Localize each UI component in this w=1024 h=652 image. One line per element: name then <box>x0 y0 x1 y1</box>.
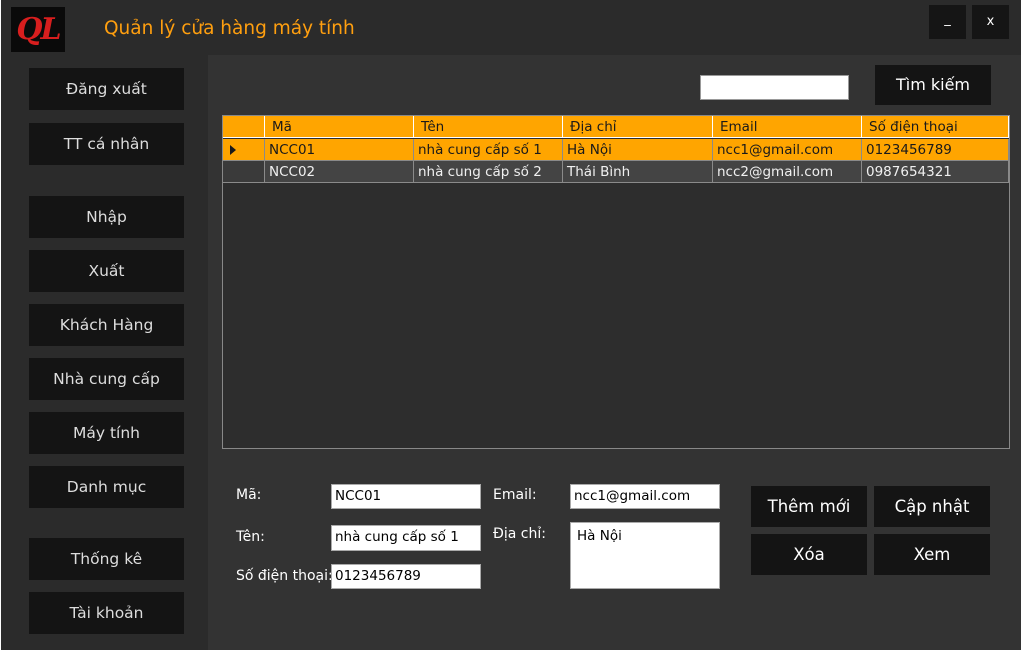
app-window: QL Quản lý cửa hàng máy tính _ x Đăng xu… <box>1 0 1021 650</box>
column-header-ma[interactable]: Mã <box>265 116 414 138</box>
close-button[interactable]: x <box>972 5 1009 39</box>
table-cell[interactable]: ncc1@gmail.com <box>713 139 862 161</box>
row-selector[interactable] <box>223 139 265 161</box>
sidebar-item-computers[interactable]: Máy tính <box>29 412 184 454</box>
row-selector[interactable] <box>223 161 265 183</box>
table-cell[interactable]: 0987654321 <box>862 161 1009 183</box>
sidebar-item-customers[interactable]: Khách Hàng <box>29 304 184 346</box>
sidebar-item-statistics[interactable]: Thống kê <box>29 538 184 580</box>
view-button[interactable]: Xem <box>874 534 990 575</box>
table-cell[interactable]: ncc2@gmail.com <box>713 161 862 183</box>
delete-button[interactable]: Xóa <box>751 534 867 575</box>
ma-label: Mã: <box>236 487 262 503</box>
row-header-corner <box>223 116 265 138</box>
sidebar-item-export[interactable]: Xuất <box>29 250 184 292</box>
table-cell[interactable]: Hà Nội <box>563 139 713 161</box>
table-cell[interactable]: nhà cung cấp số 1 <box>414 139 563 161</box>
address-label: Địa chỉ: <box>493 526 546 542</box>
current-row-arrow-icon <box>230 145 236 155</box>
sidebar-item-suppliers[interactable]: Nhà cung cấp <box>29 358 184 400</box>
sidebar-item-import[interactable]: Nhập <box>29 196 184 238</box>
table-cell[interactable]: NCC01 <box>265 139 414 161</box>
column-header-sdt[interactable]: Số điện thoại <box>862 116 1009 138</box>
app-logo: QL <box>11 7 65 52</box>
logout-button[interactable]: Đăng xuất <box>29 68 184 110</box>
supplier-table[interactable]: Mã Tên Địa chỉ Email Số điện thoại NCC01… <box>222 115 1010 449</box>
minimize-button[interactable]: _ <box>929 5 966 39</box>
email-field[interactable]: ncc1@gmail.com <box>570 484 720 509</box>
table-header: Mã Tên Địa chỉ Email Số điện thoại <box>223 116 1009 138</box>
personal-info-button[interactable]: TT cá nhân <box>29 123 184 165</box>
phone-label: Số điện thoại: <box>236 568 333 584</box>
search-input[interactable] <box>700 75 849 100</box>
column-header-ten[interactable]: Tên <box>414 116 563 138</box>
add-button[interactable]: Thêm mới <box>751 486 867 527</box>
ma-field[interactable]: NCC01 <box>331 484 481 509</box>
table-cell[interactable]: nhà cung cấp số 2 <box>414 161 563 183</box>
search-button[interactable]: Tìm kiếm <box>875 65 991 105</box>
phone-field[interactable]: 0123456789 <box>331 564 481 589</box>
table-row[interactable]: NCC01 nhà cung cấp số 1 Hà Nội ncc1@gmai… <box>223 139 1009 161</box>
ten-label: Tên: <box>236 529 265 545</box>
sidebar: Đăng xuất TT cá nhân Nhập Xuất Khách Hàn… <box>1 55 208 650</box>
table-cell[interactable]: NCC02 <box>265 161 414 183</box>
column-header-email[interactable]: Email <box>713 116 862 138</box>
app-title: Quản lý cửa hàng máy tính <box>104 18 355 39</box>
update-button[interactable]: Cập nhật <box>874 486 990 527</box>
ten-field[interactable]: nhà cung cấp số 1 <box>331 525 481 551</box>
email-label: Email: <box>493 487 537 503</box>
table-cell[interactable]: Thái Bình <box>563 161 713 183</box>
table-row[interactable]: NCC02 nhà cung cấp số 2 Thái Bình ncc2@g… <box>223 161 1009 183</box>
title-bar: QL Quản lý cửa hàng máy tính _ x <box>1 0 1021 55</box>
sidebar-item-categories[interactable]: Danh mục <box>29 466 184 508</box>
column-header-dia-chi[interactable]: Địa chỉ <box>563 116 713 138</box>
sidebar-item-accounts[interactable]: Tài khoản <box>29 592 184 634</box>
table-cell[interactable]: 0123456789 <box>862 139 1009 161</box>
address-field[interactable]: Hà Nội <box>570 522 720 589</box>
